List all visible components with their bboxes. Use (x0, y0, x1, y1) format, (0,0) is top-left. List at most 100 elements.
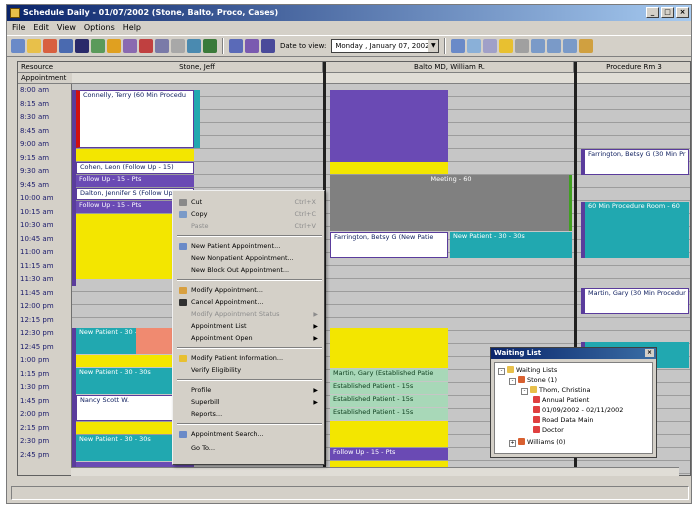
appointment-block[interactable]: Follow Up - 15 - Pts (76, 175, 194, 187)
appointment-block[interactable]: Cohen, Leon (Follow Up - 15) (76, 162, 194, 174)
appointment-block[interactable]: Martin, Gary (Established Patie (330, 369, 448, 381)
menu-options[interactable]: Options (84, 23, 115, 32)
subcolumn-header (326, 73, 574, 84)
appointment-block[interactable]: Farrington, Betsy G (New Patie (330, 232, 448, 258)
list-icon[interactable] (123, 39, 137, 53)
appointment-block[interactable]: Established Patient - 15s (330, 408, 448, 420)
appointment-block[interactable]: Established Patient - 15s (330, 395, 448, 407)
time-slot-label: 9:15 am (20, 153, 50, 162)
appointment-block[interactable]: Established Patient - 15s (330, 382, 448, 394)
month-view-icon[interactable] (261, 39, 275, 53)
chart-icon[interactable] (139, 39, 153, 53)
appointment-block[interactable] (330, 328, 448, 368)
tree-node[interactable]: Annual Patient (533, 395, 589, 405)
minimize-button[interactable]: _ (646, 7, 659, 18)
time-slot-label: 9:30 am (20, 167, 50, 175)
expand-icon[interactable]: - (521, 388, 528, 395)
tree-node[interactable]: - Waiting Lists (498, 365, 557, 375)
location-icon (533, 416, 540, 423)
menu-help[interactable]: Help (123, 23, 141, 32)
app-icon (10, 8, 20, 18)
menu-item-copy[interactable]: Copy Ctrl+C (177, 209, 322, 220)
appointment-block[interactable]: Farrington, Betsy G (30 Min Pr (581, 149, 689, 175)
time-slot-label: 12:30 pm (20, 329, 54, 337)
close-button[interactable]: × (676, 7, 689, 18)
appointment-icon (533, 396, 540, 403)
paste-icon[interactable] (483, 39, 498, 53)
zoom-out-icon[interactable] (547, 39, 562, 53)
provider-header-balto[interactable]: Balto MD, William R. (326, 62, 574, 73)
menu-item-new-block-out[interactable]: New Block Out Appointment... (177, 265, 322, 276)
menu-item-appointment-open[interactable]: Appointment Open ▶ (177, 333, 322, 344)
menu-item-modify-patient[interactable]: Modify Patient Information... (177, 353, 322, 364)
tree-node[interactable]: - Thom, Christina (521, 385, 591, 395)
expand-icon[interactable]: - (509, 378, 516, 385)
menu-view[interactable]: View (57, 23, 76, 32)
delete-icon[interactable] (43, 39, 57, 53)
tree-node[interactable]: + Williams (0) (509, 437, 565, 447)
menu-edit[interactable]: Edit (33, 23, 49, 32)
appointment-block[interactable]: 60 Min Procedure Room - 60 (581, 202, 689, 258)
expand-icon[interactable]: - (498, 368, 505, 375)
menu-file[interactable]: File (12, 23, 25, 32)
appointment-block[interactable]: Martin, Gary (30 Min Procedur (581, 288, 689, 314)
chevron-down-icon[interactable]: ▼ (428, 40, 439, 52)
menu-item-modify-appointment[interactable]: Modify Appointment... (177, 285, 322, 296)
menu-item-reports[interactable]: Reports... (177, 409, 322, 420)
schedule-icon[interactable] (451, 39, 466, 53)
copy-icon[interactable] (467, 39, 482, 53)
week-view-icon[interactable] (245, 39, 259, 53)
tree-node[interactable]: Road Data Main (533, 415, 593, 425)
provider-header-procedure[interactable]: Procedure Rm 3 (577, 62, 690, 73)
time-slot-label: 12:45 pm (20, 342, 54, 351)
date-to-view-dropdown[interactable]: Monday , January 07, 2002 ▼ (331, 39, 440, 53)
note-icon[interactable] (499, 39, 514, 53)
patient-icon[interactable] (91, 39, 105, 53)
menu-item-cut[interactable]: Cut Ctrl+X (177, 197, 322, 208)
save-icon[interactable] (59, 39, 73, 53)
globe-icon[interactable] (187, 39, 201, 53)
menu-item-superbill[interactable]: Superbill ▶ (177, 397, 322, 408)
close-icon[interactable]: × (645, 349, 654, 357)
expand-icon[interactable]: + (509, 440, 516, 447)
appointment-block[interactable] (330, 90, 448, 162)
day-view-icon[interactable] (229, 39, 243, 53)
appointment-block[interactable] (76, 149, 194, 161)
menu-item-cancel-appointment[interactable]: Cancel Appointment... (177, 297, 322, 308)
tree-node[interactable]: Doctor (533, 425, 564, 435)
book-icon[interactable] (75, 39, 89, 53)
folder-icon (507, 366, 514, 373)
print-icon[interactable] (171, 39, 185, 53)
maximize-button[interactable]: □ (661, 7, 674, 18)
horizontal-scrollbar[interactable] (71, 467, 679, 476)
menu-item-new-patient-appointment[interactable]: New Patient Appointment... (177, 241, 322, 252)
cut-icon[interactable] (515, 39, 530, 53)
appointment-block[interactable]: New Patient - 30 - 30s (450, 232, 572, 258)
report-icon[interactable] (155, 39, 169, 53)
provider-header-stone[interactable]: Stone, Jeff (72, 62, 323, 73)
filter-icon[interactable] (203, 39, 217, 53)
calendar-icon[interactable] (107, 39, 121, 53)
tree-node[interactable]: 01/09/2002 - 02/11/2002 (533, 405, 623, 415)
appointment-block[interactable] (330, 162, 448, 174)
open-folder-icon[interactable] (27, 39, 41, 53)
new-icon[interactable] (11, 39, 25, 53)
menu-item-profile[interactable]: Profile ▶ (177, 385, 322, 396)
find-icon[interactable] (563, 39, 578, 53)
menu-item-verify-eligibility[interactable]: Verify Eligibility (177, 365, 322, 376)
appointment-header: Appointment (18, 73, 72, 84)
tree-node[interactable]: - Stone (1) (509, 375, 557, 385)
appointment-block[interactable]: Follow Up - 15 - Pts (330, 448, 448, 460)
glasses-icon[interactable] (579, 39, 594, 53)
appointment-block[interactable] (330, 421, 448, 447)
time-slot-label: 8:45 am (20, 126, 50, 135)
menu-item-appointment-list[interactable]: Appointment List ▶ (177, 321, 322, 332)
menu-item-go-to[interactable]: Go To... (177, 443, 322, 454)
appointment-block[interactable]: New Patient - 30 - 30 (Resea (76, 328, 136, 354)
menu-item-new-nonpatient-appointment[interactable]: New Nonpatient Appointment... (177, 253, 322, 264)
zoom-in-icon[interactable] (531, 39, 546, 53)
appointment-block[interactable]: Connelly, Terry (60 Min Procedu (76, 90, 194, 148)
meeting-block[interactable]: Meeting - 60 (330, 175, 572, 231)
menu-separator (177, 423, 322, 425)
menu-item-appointment-search[interactable]: Appointment Search... (177, 429, 322, 440)
